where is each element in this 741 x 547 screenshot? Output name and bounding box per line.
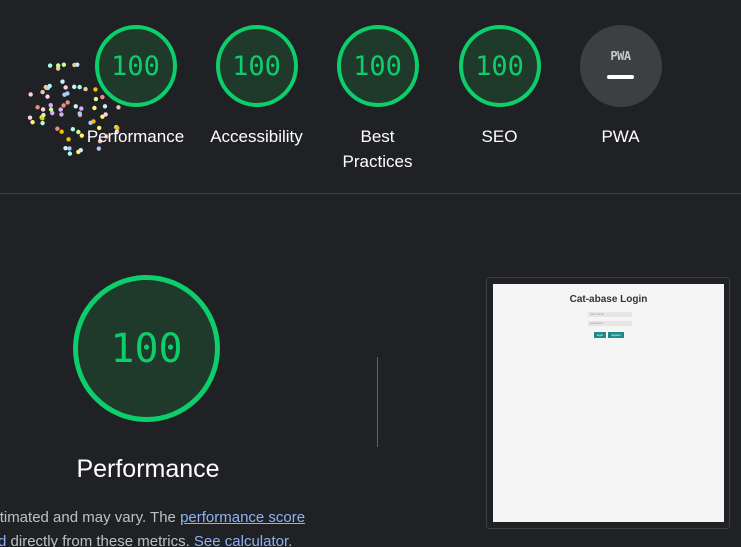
confetti-dot xyxy=(60,79,65,84)
confetti-dot xyxy=(61,103,66,108)
gauge-performance[interactable]: 100 Performance xyxy=(75,25,196,149)
screenshot-username-field: user name xyxy=(588,312,632,317)
confetti-dot xyxy=(63,145,68,151)
gauge-seo-score: 100 xyxy=(458,25,541,107)
scores-header: 100 Performance 100 Accessibility 100 Be… xyxy=(0,0,741,194)
section-divider xyxy=(377,357,378,447)
screenshot-password-field: password xyxy=(588,321,632,326)
screenshot-login-button: login xyxy=(594,332,606,338)
see-calculator-link[interactable]: See calculator xyxy=(194,533,288,547)
confetti-dot xyxy=(61,62,67,67)
confetti-dot xyxy=(59,129,64,134)
confetti-dot xyxy=(55,63,61,68)
desc-text-middle: directly from these metrics. xyxy=(6,533,194,547)
final-screenshot[interactable]: Cat-abase Login user name password login… xyxy=(486,277,730,529)
confetti-dot xyxy=(40,107,46,112)
performance-title: Performance xyxy=(76,455,220,483)
confetti-dot xyxy=(67,146,72,151)
gauge-seo[interactable]: 100 SEO xyxy=(439,25,560,149)
confetti-dot xyxy=(30,119,35,125)
confetti-dot xyxy=(43,84,49,90)
confetti-dot xyxy=(63,85,68,90)
desc-text-start: are estimated and may vary. The xyxy=(0,509,176,526)
confetti-dot xyxy=(45,94,50,99)
gauge-performance-score: 100 xyxy=(94,25,177,107)
confetti-dot xyxy=(62,92,67,97)
confetti-dot xyxy=(40,120,45,126)
pwa-badge-text: PWA xyxy=(610,49,631,63)
lighthouse-report: 100 Performance 100 Accessibility 100 Be… xyxy=(0,0,741,547)
confetti-dot xyxy=(35,105,40,110)
desc-text-end: . xyxy=(288,533,293,547)
confetti-dot xyxy=(65,100,70,105)
gauge-pwa-label: PWA xyxy=(601,127,640,146)
confetti-dot xyxy=(48,103,53,108)
pwa-dash-icon xyxy=(607,75,634,79)
gauge-performance-label: Performance xyxy=(86,127,185,146)
gauge-best-practices-label: Best Practices xyxy=(342,127,413,171)
screenshot-page-title: Cat-abase Login xyxy=(569,294,648,305)
confetti-dot xyxy=(41,112,46,118)
confetti-dot xyxy=(47,63,53,68)
confetti-dot xyxy=(40,89,45,95)
gauge-accessibility-label: Accessibility xyxy=(210,127,303,146)
gauge-seo-label: SEO xyxy=(481,127,518,146)
gauge-best-practices-score: 100 xyxy=(336,25,419,107)
confetti-dot xyxy=(67,151,73,156)
confetti-dot xyxy=(59,112,64,117)
confetti-dot xyxy=(58,107,63,112)
pwa-badge-icon: PWA xyxy=(579,25,662,107)
gauge-accessibility[interactable]: 100 Accessibility xyxy=(196,25,317,149)
performance-score-gauge: 100 xyxy=(73,275,220,422)
screenshot-register-button: register xyxy=(608,332,624,338)
gauge-best-practices[interactable]: 100 Best Practices xyxy=(317,25,438,174)
confetti-dot xyxy=(55,126,60,131)
confetti-dot xyxy=(48,107,54,112)
gauge-pwa[interactable]: PWA PWA xyxy=(560,25,681,149)
screenshot-image: Cat-abase Login user name password login… xyxy=(493,284,724,522)
confetti-dot xyxy=(66,137,71,142)
performance-description: are estimated and may vary. The performa… xyxy=(0,506,378,547)
confetti-dot xyxy=(28,92,33,97)
performance-score-link[interactable]: performance score xyxy=(180,509,305,526)
confetti-dot xyxy=(27,115,33,120)
gauge-accessibility-score: 100 xyxy=(215,25,298,107)
